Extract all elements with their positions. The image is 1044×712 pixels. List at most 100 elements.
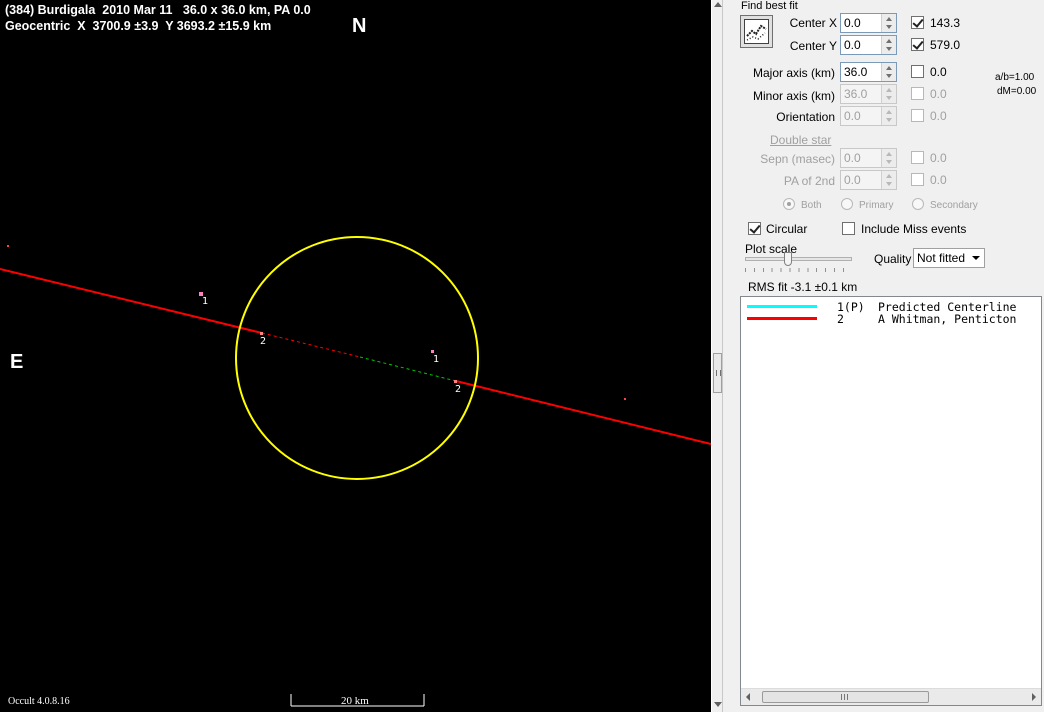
point-label: 2 bbox=[455, 384, 461, 395]
orientation-spinner[interactable]: 0.0 bbox=[840, 106, 897, 126]
spin-down-icon[interactable] bbox=[886, 74, 892, 78]
dm-label: dM=0.00 bbox=[997, 86, 1037, 97]
center-x-label: Center X bbox=[789, 16, 837, 30]
sepn-label: Sepn (masec) bbox=[760, 152, 835, 166]
version-label: Occult 4.0.8.16 bbox=[8, 696, 70, 707]
fit-panel: Find best fit Center X 0.0 143.3 Center … bbox=[723, 0, 1044, 712]
scroll-thumb[interactable] bbox=[762, 691, 929, 703]
center-y-checkbox[interactable] bbox=[911, 38, 924, 51]
spinner-buttons[interactable] bbox=[881, 63, 896, 81]
east-label: E bbox=[10, 351, 24, 373]
quality-label: Quality bbox=[874, 252, 912, 266]
minor-axis-checkbox[interactable] bbox=[911, 87, 924, 100]
plot-scale-ticks bbox=[745, 268, 852, 272]
list-item[interactable]: 2 A Whitman, Penticton bbox=[741, 312, 1041, 326]
observer-chord-line bbox=[455, 380, 711, 445]
spinner-buttons[interactable] bbox=[881, 171, 896, 189]
predicted-chord-dashed bbox=[359, 356, 457, 382]
spin-down-icon[interactable] bbox=[886, 47, 892, 51]
legend-horizontal-scrollbar[interactable] bbox=[741, 688, 1041, 705]
double-star-link[interactable]: Double star bbox=[770, 133, 831, 147]
spinner-buttons[interactable] bbox=[881, 36, 896, 54]
minor-axis-value: 36.0 bbox=[844, 87, 868, 101]
scroll-right-icon[interactable] bbox=[1032, 693, 1036, 701]
center-y-spinner[interactable]: 0.0 bbox=[840, 35, 897, 55]
circular-label: Circular bbox=[766, 222, 808, 236]
major-axis-value: 36.0 bbox=[844, 65, 868, 79]
major-axis-checkbox[interactable] bbox=[911, 65, 924, 78]
plot-canvas: 1 2 1 2 bbox=[0, 236, 711, 707]
spin-down-icon[interactable] bbox=[886, 182, 892, 186]
point-label: 2 bbox=[260, 336, 266, 347]
minor-axis-label: Minor axis (km) bbox=[752, 89, 835, 103]
minor-axis-result: 0.0 bbox=[930, 87, 947, 101]
scroll-left-icon[interactable] bbox=[746, 693, 750, 701]
orientation-value: 0.0 bbox=[844, 109, 861, 123]
scale-label: 20 km bbox=[341, 695, 369, 707]
find-best-fit-title: Find best fit bbox=[741, 0, 798, 12]
center-x-checkbox[interactable] bbox=[911, 16, 924, 29]
pa2-result: 0.0 bbox=[930, 173, 947, 187]
spin-up-icon[interactable] bbox=[886, 17, 892, 21]
spin-down-icon[interactable] bbox=[886, 25, 892, 29]
radio-secondary-label: Secondary bbox=[930, 200, 978, 211]
observer-chord-line bbox=[0, 268, 263, 334]
rms-fit-label: RMS fit -3.1 ±0.1 km bbox=[748, 280, 858, 294]
spinner-buttons[interactable] bbox=[881, 107, 896, 125]
pa2-value: 0.0 bbox=[844, 173, 861, 187]
legend-swatch bbox=[747, 305, 817, 308]
sepn-checkbox[interactable] bbox=[911, 151, 924, 164]
center-x-spinner[interactable]: 0.0 bbox=[840, 13, 897, 33]
spin-up-icon[interactable] bbox=[886, 66, 892, 70]
spin-down-icon[interactable] bbox=[886, 118, 892, 122]
radio-primary[interactable] bbox=[841, 198, 853, 210]
splitter-up-arrow-icon[interactable] bbox=[714, 2, 722, 7]
radio-both[interactable] bbox=[783, 198, 795, 210]
ratio-label: a/b=1.00 bbox=[995, 72, 1035, 83]
major-axis-spinner[interactable]: 36.0 bbox=[840, 62, 897, 82]
spin-down-icon[interactable] bbox=[886, 96, 892, 100]
quality-value: Not fitted bbox=[917, 251, 966, 265]
minor-axis-spinner[interactable]: 36.0 bbox=[840, 84, 897, 104]
plot-scale-track[interactable] bbox=[745, 257, 852, 261]
spinner-buttons[interactable] bbox=[881, 149, 896, 167]
plot-scale-thumb[interactable] bbox=[784, 252, 792, 266]
orientation-label: Orientation bbox=[776, 110, 835, 124]
event-point bbox=[7, 245, 9, 247]
splitter-down-arrow-icon[interactable] bbox=[714, 702, 722, 707]
include-miss-label: Include Miss events bbox=[861, 222, 967, 236]
event-point bbox=[431, 350, 434, 353]
spin-up-icon[interactable] bbox=[886, 152, 892, 156]
chevron-down-icon bbox=[972, 256, 980, 260]
point-label: 1 bbox=[433, 354, 439, 365]
spin-up-icon[interactable] bbox=[886, 88, 892, 92]
plot-header-line1: (384) Burdigala 2010 Mar 11 36.0 x 36.0 … bbox=[5, 3, 311, 17]
occultation-plot[interactable]: 1 2 1 2 (384) Burdigala 2010 Mar 11 36.0… bbox=[0, 0, 711, 712]
spin-up-icon[interactable] bbox=[886, 174, 892, 178]
orientation-checkbox[interactable] bbox=[911, 109, 924, 122]
splitter[interactable] bbox=[711, 0, 723, 712]
quality-select[interactable]: Not fitted bbox=[913, 248, 985, 268]
pa2-checkbox[interactable] bbox=[911, 173, 924, 186]
event-point bbox=[260, 332, 263, 335]
circular-checkbox[interactable] bbox=[748, 222, 761, 235]
pa2-label: PA of 2nd bbox=[783, 174, 835, 188]
include-miss-checkbox[interactable] bbox=[842, 222, 855, 235]
spin-up-icon[interactable] bbox=[886, 110, 892, 114]
center-x-value: 0.0 bbox=[844, 16, 861, 30]
center-x-result: 143.3 bbox=[930, 16, 961, 30]
sepn-value: 0.0 bbox=[844, 151, 861, 165]
center-y-result: 579.0 bbox=[930, 38, 961, 52]
spin-down-icon[interactable] bbox=[886, 160, 892, 164]
legend-swatch bbox=[747, 317, 817, 320]
point-label: 1 bbox=[202, 296, 208, 307]
splitter-grip-icon[interactable] bbox=[713, 353, 722, 393]
radio-both-label: Both bbox=[801, 200, 822, 211]
sepn-spinner[interactable]: 0.0 bbox=[840, 148, 897, 168]
spin-up-icon[interactable] bbox=[886, 39, 892, 43]
spinner-buttons[interactable] bbox=[881, 14, 896, 32]
pa2-spinner[interactable]: 0.0 bbox=[840, 170, 897, 190]
observer-legend-list[interactable]: 1(P) Predicted Centerline 2 A Whitman, P… bbox=[740, 296, 1042, 706]
spinner-buttons[interactable] bbox=[881, 85, 896, 103]
radio-secondary[interactable] bbox=[912, 198, 924, 210]
